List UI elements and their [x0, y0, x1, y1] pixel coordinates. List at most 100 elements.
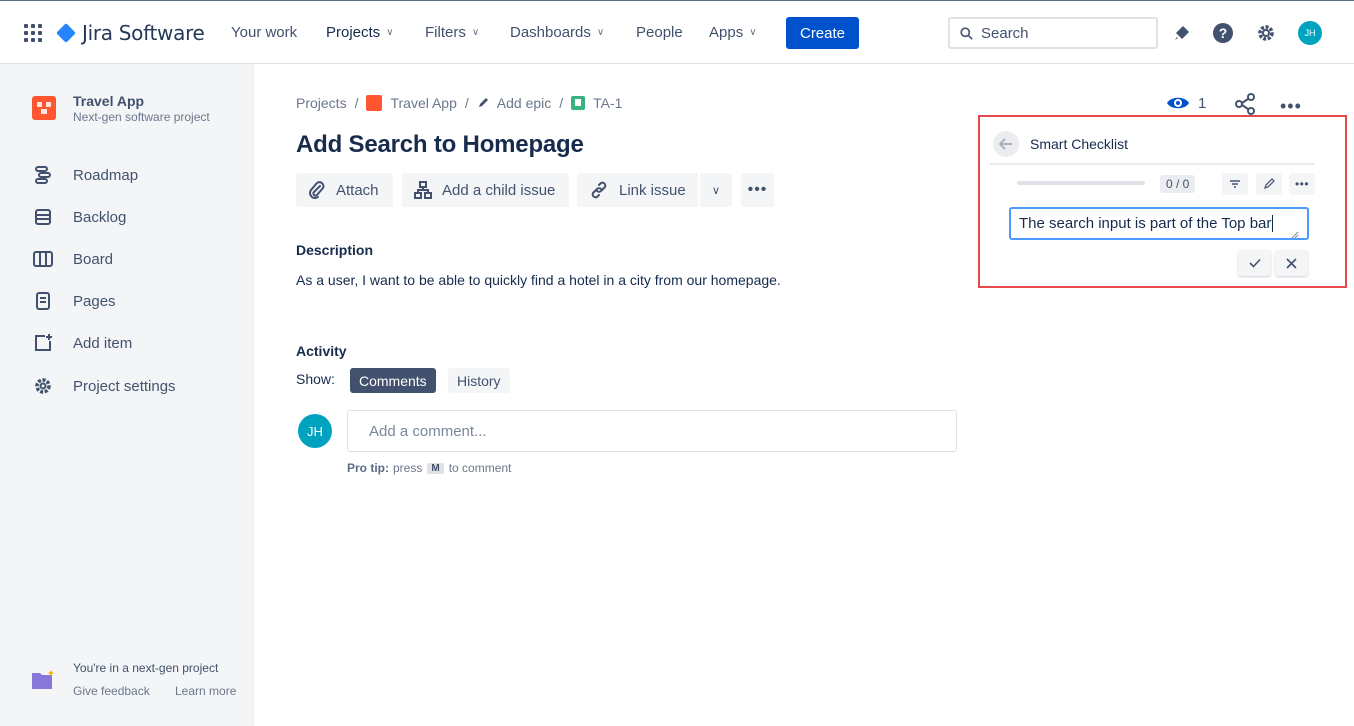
search-input[interactable]: Search — [948, 17, 1158, 49]
user-avatar[interactable]: JH — [1298, 21, 1322, 45]
folder-sparkle-icon — [31, 670, 55, 690]
confirm-checkmark-icon[interactable] — [1238, 250, 1271, 276]
top-navigation: Jira Software Your work Projects ∨ Filter… — [0, 0, 1354, 64]
breadcrumb-separator: / — [559, 95, 564, 111]
search-icon — [960, 26, 973, 40]
jira-diamond-icon — [56, 23, 76, 43]
sidebar-item-roadmap[interactable]: Roadmap — [32, 164, 138, 186]
activity-heading: Activity — [296, 343, 347, 359]
pages-icon — [32, 290, 54, 312]
svg-text:?: ? — [1219, 25, 1228, 41]
divider — [989, 163, 1315, 165]
cancel-close-icon[interactable] — [1275, 250, 1308, 276]
sidebar-item-label: Roadmap — [73, 166, 139, 184]
nav-dashboards[interactable]: Dashboards ∨ — [510, 24, 604, 41]
sidebar-item-label: Add item — [73, 334, 133, 352]
issue-title[interactable]: Add Search to Homepage — [296, 131, 584, 159]
resize-handle-icon[interactable] — [1291, 226, 1299, 242]
next-gen-notice: You're in a next-gen project — [73, 661, 219, 675]
sidebar-item-label: Board — [73, 250, 114, 268]
search-placeholder: Search — [981, 24, 1029, 42]
sidebar-item-board[interactable]: Board — [32, 248, 113, 270]
link-issue-dropdown[interactable]: ∨ — [700, 173, 732, 207]
give-feedback-link[interactable]: Give feedback — [73, 684, 150, 698]
breadcrumb-project[interactable]: Travel App — [390, 95, 456, 111]
link-issue-button[interactable]: Link issue — [577, 173, 698, 207]
help-icon[interactable]: ? — [1211, 21, 1235, 45]
protip-rest: to comment — [448, 461, 512, 475]
show-comments-button[interactable]: Comments — [350, 368, 436, 393]
attach-label: Attach — [336, 181, 379, 199]
nav-filters[interactable]: Filters ∨ — [425, 24, 479, 41]
app-switcher-icon[interactable] — [24, 24, 42, 42]
logo-text: Jira Software — [82, 21, 205, 45]
more-toolbar-icon[interactable]: ••• — [741, 173, 774, 207]
chevron-down-icon: ∨ — [749, 27, 757, 38]
add-child-issue-button[interactable]: Add a child issue — [402, 173, 569, 207]
sidebar-item-add-item[interactable]: Add item — [32, 332, 132, 354]
comment-input[interactable]: Add a comment... — [347, 410, 957, 452]
breadcrumb-add-epic[interactable]: Add epic — [497, 95, 551, 111]
sidebar-item-project-settings[interactable]: Project settings — [32, 375, 176, 397]
project-name[interactable]: Travel App — [73, 93, 144, 109]
paperclip-icon — [309, 181, 325, 199]
breadcrumb-separator: / — [354, 95, 359, 111]
nav-label: Apps — [709, 24, 744, 41]
nav-label: Projects — [326, 24, 381, 41]
checklist-item-input[interactable]: The search input is part of the Top bar — [1009, 207, 1309, 240]
breadcrumb-projects[interactable]: Projects — [296, 95, 347, 111]
chevron-down-icon: ∨ — [711, 184, 721, 197]
attach-button[interactable]: Attach — [296, 173, 393, 207]
description-text[interactable]: As a user, I want to be able to quickly … — [296, 272, 781, 288]
sidebar-item-label: Backlog — [73, 208, 127, 226]
nav-apps[interactable]: Apps ∨ — [709, 24, 757, 41]
chevron-down-icon: ∨ — [596, 27, 605, 38]
nav-label: People — [636, 24, 683, 41]
create-button[interactable]: Create — [786, 17, 859, 49]
show-label: Show: — [296, 371, 335, 387]
avatar: JH — [298, 414, 332, 448]
nav-people[interactable]: People — [636, 24, 683, 41]
sidebar-item-label: Project settings — [73, 377, 176, 395]
protip-bold: Pro tip: — [347, 461, 389, 475]
project-avatar-icon[interactable] — [32, 96, 56, 120]
watch-count: 1 — [1198, 94, 1207, 112]
nav-projects[interactable]: Projects ∨ — [326, 24, 394, 41]
show-history-button[interactable]: History — [448, 368, 510, 393]
jira-logo[interactable]: Jira Software — [56, 21, 205, 45]
watch-button[interactable]: 1 — [1166, 94, 1206, 112]
checklist-progress-bar — [1017, 181, 1145, 185]
project-avatar-icon — [366, 95, 383, 111]
breadcrumb: Projects / Travel App / Add epic / TA-1 — [296, 95, 622, 111]
breadcrumb-issue-key[interactable]: TA-1 — [593, 95, 622, 111]
chevron-down-icon: ∨ — [386, 27, 394, 38]
backlog-icon — [32, 206, 54, 228]
keyboard-shortcut-key: M — [427, 462, 444, 474]
sidebar-item-backlog[interactable]: Backlog — [32, 206, 126, 228]
filter-icon[interactable] — [1222, 173, 1248, 195]
learn-more-link[interactable]: Learn more — [175, 684, 236, 698]
add-item-icon — [32, 332, 54, 354]
more-actions-icon[interactable]: ••• — [1280, 96, 1302, 117]
board-icon — [32, 248, 54, 270]
settings-gear-icon[interactable] — [1254, 21, 1278, 45]
nav-label: Your work — [231, 24, 298, 41]
sidebar-item-pages[interactable]: Pages — [32, 290, 116, 312]
back-arrow-icon[interactable] — [993, 131, 1019, 157]
checklist-input-value: The search input is part of the Top bar — [1019, 215, 1272, 232]
checklist-more-icon[interactable]: ••• — [1289, 173, 1315, 195]
breadcrumb-separator: / — [464, 95, 469, 111]
link-issue-label: Link issue — [619, 181, 686, 199]
chevron-down-icon: ∨ — [471, 27, 480, 38]
nav-label: Dashboards — [510, 24, 591, 41]
notifications-icon[interactable] — [1170, 21, 1194, 45]
story-icon — [571, 96, 586, 110]
pro-tip: Pro tip: press M to comment — [347, 461, 511, 475]
link-icon — [591, 181, 607, 199]
sidebar-item-label: Pages — [73, 292, 116, 310]
text-cursor — [1272, 215, 1274, 232]
nav-your-work[interactable]: Your work — [231, 24, 297, 41]
edit-pencil-icon[interactable] — [1256, 173, 1282, 195]
checklist-count: 0 / 0 — [1160, 175, 1196, 193]
pencil-icon — [477, 97, 489, 109]
